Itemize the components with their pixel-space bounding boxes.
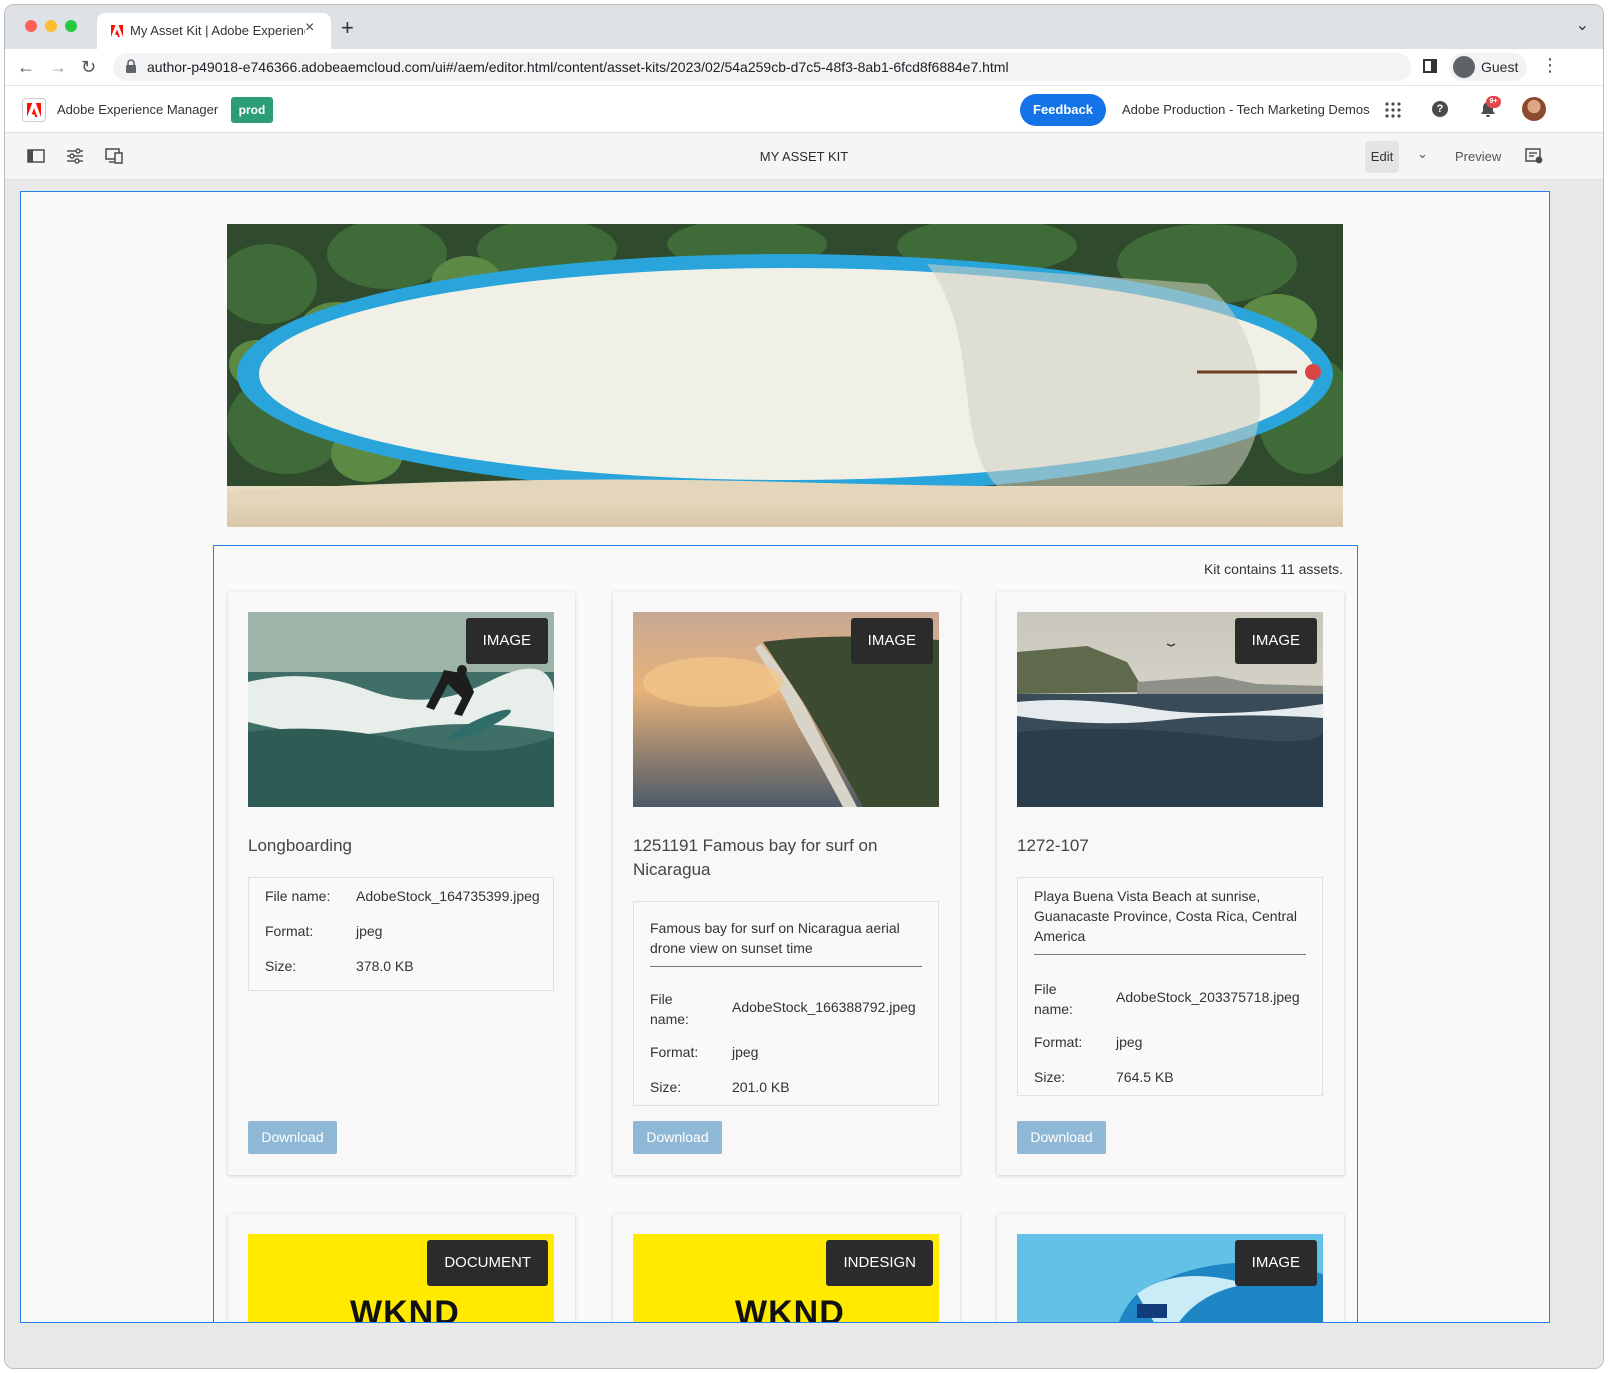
apps-grid-icon[interactable] (1385, 102, 1401, 118)
asset-description: Famous bay for surf on Nicaragua aerial … (650, 918, 922, 967)
size-label: Size: (265, 958, 297, 974)
format-label: Format: (650, 1044, 699, 1060)
browser-tab[interactable]: My Asset Kit | Adobe Experience Manager … (97, 13, 331, 49)
format-label: Format: (1034, 1034, 1083, 1050)
notification-badge: 9+ (1486, 96, 1501, 108)
profile-button[interactable]: Guest (1449, 53, 1527, 81)
profile-avatar-icon (1453, 56, 1475, 78)
page-frame[interactable]: Kit contains 11 assets. IMAGE Longboardi… (20, 191, 1550, 1323)
asset-card[interactable]: IMAGE Longboarding File name: AdobeStock_… (228, 592, 575, 1175)
size-label: Size: (1034, 1069, 1066, 1085)
asset-thumbnail[interactable]: IMAGE (248, 612, 554, 807)
file-name-label: File name: (1034, 981, 1073, 1017)
browser-menu-icon[interactable]: ⋮ (1541, 55, 1559, 76)
org-switcher[interactable]: Adobe Production - Tech Marketing Demos (1122, 102, 1370, 117)
asset-thumbnail[interactable]: WKND INDESIGN (633, 1234, 939, 1323)
format-value: jpeg (732, 1044, 759, 1060)
file-name-value: AdobeStock_164735399.jpeg (356, 888, 540, 904)
environment-badge: prod (231, 97, 273, 123)
adobe-favicon-icon (111, 25, 123, 37)
file-name-label: File name: (650, 991, 689, 1027)
asset-type-tag: IMAGE (1234, 618, 1317, 664)
asset-thumbnail[interactable]: WKND DOCUMENT (248, 1234, 554, 1323)
preview-button[interactable]: Preview (1455, 149, 1501, 164)
close-tab-icon[interactable]: × (305, 19, 314, 37)
tab-title: My Asset Kit | Adobe Experience Manager (130, 23, 305, 38)
asset-card[interactable]: IMAGE 1251191 Famous bay for surf on Nic… (613, 592, 960, 1175)
mode-chevron-down-icon[interactable]: ⌄ (1417, 146, 1428, 162)
browser-toolbar: ← → ↻ author-p49018-e746366.adobeaemclou… (5, 49, 1603, 85)
lock-icon (126, 59, 136, 73)
file-name-label: File name: (265, 888, 331, 904)
profile-label: Guest (1481, 59, 1519, 75)
asset-count-text: Kit contains 11 assets. (1203, 561, 1343, 577)
asset-type-tag: INDESIGN (826, 1240, 933, 1286)
page-title: MY ASSET KIT (759, 149, 849, 164)
tab-strip: My Asset Kit | Adobe Experience Manager … (5, 5, 1603, 49)
hero-image[interactable] (227, 224, 1343, 527)
asset-thumbnail[interactable]: IMAGE (1017, 612, 1323, 807)
format-label: Format: (265, 923, 314, 939)
asset-type-tag: IMAGE (850, 618, 933, 664)
new-tab-button[interactable]: + (341, 15, 354, 41)
tab-search-chevron-icon[interactable]: ⌄ (1576, 15, 1589, 35)
asset-metadata: Playa Buena Vista Beach at sunrise, Guan… (1017, 877, 1323, 1096)
side-panel-icon[interactable] (1423, 59, 1437, 73)
user-avatar[interactable] (1522, 97, 1546, 121)
download-button[interactable]: Download (1017, 1121, 1106, 1154)
size-value: 378.0 KB (356, 958, 414, 974)
aem-shell-header: Adobe Experience Manager prod Feedback A… (5, 85, 1603, 133)
wknd-logo: WKND (350, 1294, 460, 1323)
format-value: jpeg (1116, 1034, 1143, 1050)
forward-button[interactable]: → (49, 57, 67, 78)
size-value: 201.0 KB (732, 1079, 790, 1095)
asset-thumbnail[interactable]: IMAGE (633, 612, 939, 807)
editor-canvas: Kit contains 11 assets. IMAGE Longboardi… (5, 180, 1603, 1368)
product-name[interactable]: Adobe Experience Manager (57, 102, 218, 117)
asset-description: Playa Buena Vista Beach at sunrise, Guan… (1034, 886, 1306, 955)
size-value: 764.5 KB (1116, 1069, 1174, 1085)
url-text: author-p49018-e746366.adobeaemcloud.com/… (147, 59, 1009, 75)
file-name-value: AdobeStock_166388792.jpeg (732, 999, 916, 1015)
surfboard-hero-image (227, 224, 1343, 527)
format-value: jpeg (356, 923, 383, 939)
download-button[interactable]: Download (248, 1121, 337, 1154)
reload-button[interactable]: ↻ (81, 57, 96, 78)
minimize-window-button[interactable] (45, 20, 57, 32)
asset-type-tag: IMAGE (465, 618, 548, 664)
back-button[interactable]: ← (17, 57, 35, 78)
asset-card[interactable]: WKND INDESIGN (613, 1214, 960, 1323)
asset-card[interactable]: IMAGE (997, 1214, 1344, 1322)
page-information-icon[interactable] (1525, 148, 1543, 164)
asset-metadata: Famous bay for surf on Nicaragua aerial … (633, 901, 939, 1106)
asset-title: 1272-107 (1017, 836, 1089, 855)
feedback-button[interactable]: Feedback (1020, 94, 1106, 126)
asset-type-tag: DOCUMENT (427, 1240, 548, 1286)
asset-kit-container[interactable]: Kit contains 11 assets. IMAGE Longboardi… (213, 545, 1358, 1323)
maximize-window-button[interactable] (65, 20, 77, 32)
asset-metadata: File name: AdobeStock_164735399.jpeg Form… (248, 877, 554, 991)
asset-card[interactable]: WKND DOCUMENT (228, 1214, 575, 1323)
asset-title: 1251191 Famous bay for surf on Nicaragua (633, 836, 878, 879)
asset-title: Longboarding (248, 836, 352, 855)
download-button[interactable]: Download (633, 1121, 722, 1154)
edit-mode-button[interactable]: Edit (1365, 141, 1399, 173)
wknd-logo: WKND (735, 1294, 845, 1323)
help-icon[interactable]: ? (1432, 101, 1448, 117)
editor-toolbar: MY ASSET KIT Edit ⌄ Preview (5, 133, 1603, 180)
close-window-button[interactable] (25, 20, 37, 32)
asset-thumbnail[interactable]: IMAGE (1017, 1234, 1323, 1322)
asset-card[interactable]: IMAGE 1272-107 Playa Buena Vista Beach a… (997, 592, 1344, 1175)
adobe-logo-icon[interactable] (22, 98, 46, 122)
asset-type-tag: IMAGE (1234, 1240, 1317, 1286)
browser-window: My Asset Kit | Adobe Experience Manager … (4, 4, 1604, 1369)
size-label: Size: (650, 1079, 682, 1095)
address-bar[interactable]: author-p49018-e746366.adobeaemcloud.com/… (113, 53, 1411, 81)
file-name-value: AdobeStock_203375718.jpeg (1116, 989, 1300, 1005)
